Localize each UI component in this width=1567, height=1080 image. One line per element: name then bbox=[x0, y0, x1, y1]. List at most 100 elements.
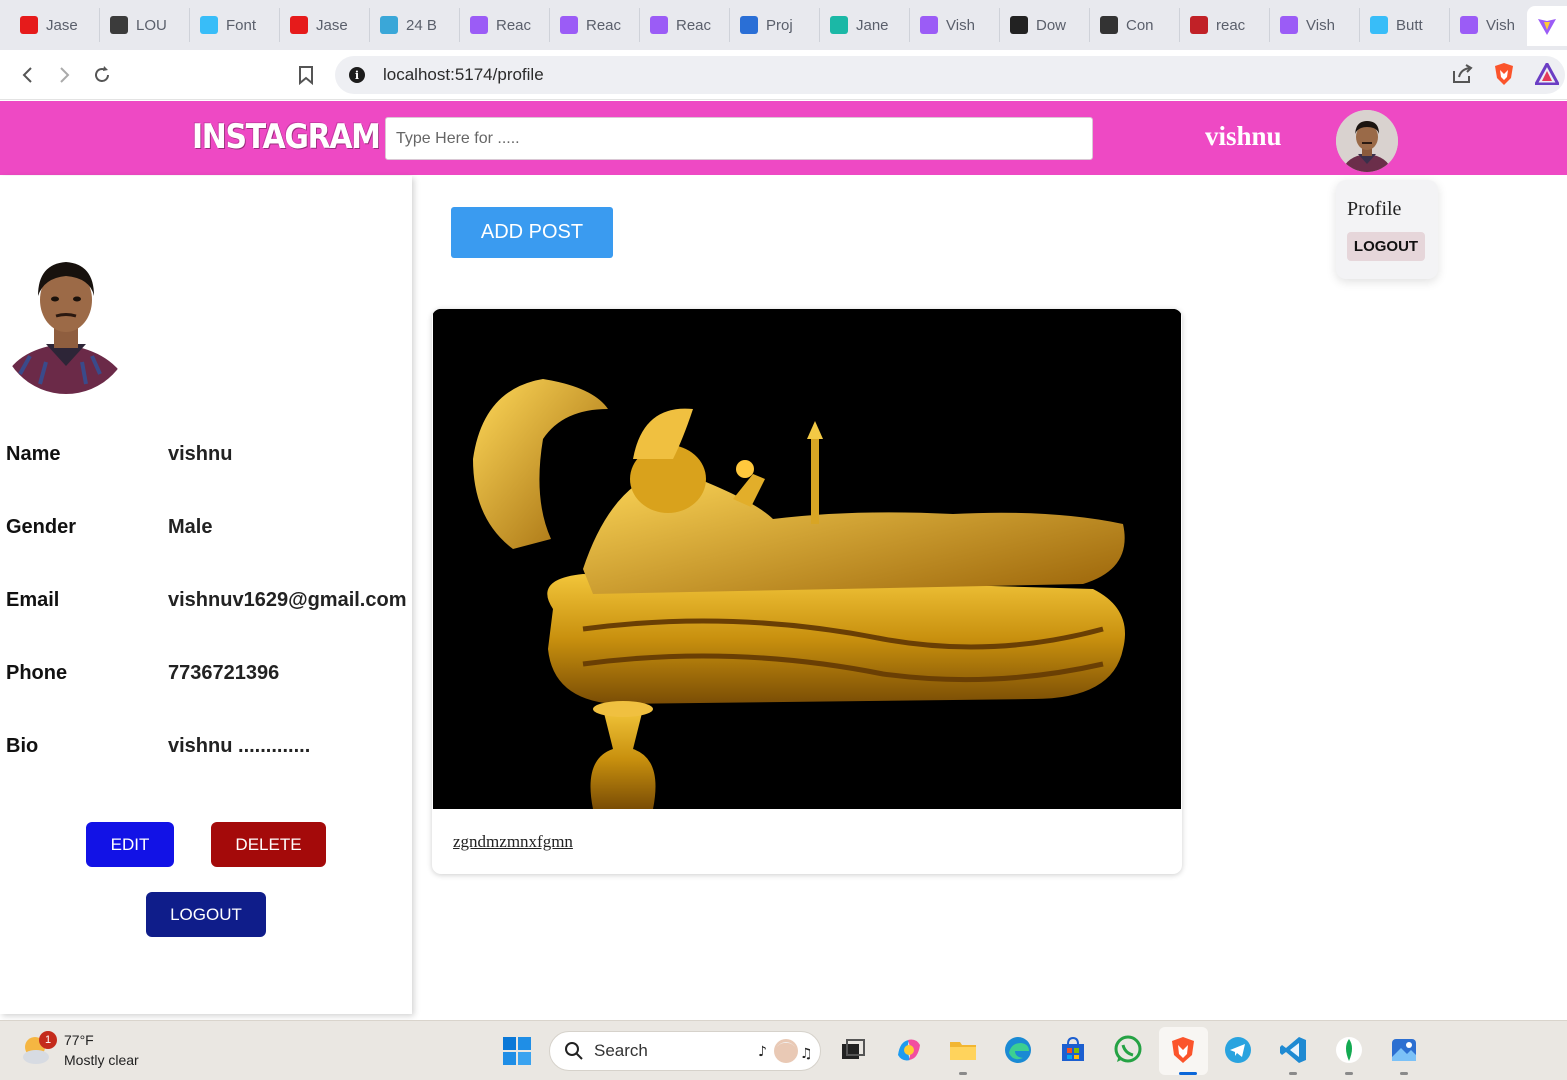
windows-taskbar: 1 77°F Mostly clear Search ♪ ♫ bbox=[0, 1020, 1567, 1080]
browser-tab[interactable]: Con bbox=[1090, 8, 1180, 42]
sidebar-logout-button[interactable]: LOGOUT bbox=[146, 892, 266, 937]
profile-bio-label: Bio bbox=[6, 735, 39, 757]
browser-tab[interactable]: Butt bbox=[1360, 8, 1450, 42]
weather-text: 77°F Mostly clear bbox=[64, 1030, 139, 1070]
user-photo-icon bbox=[1336, 110, 1398, 172]
browser-tab[interactable]: Jase bbox=[280, 8, 370, 42]
j-icon bbox=[20, 16, 38, 34]
brave-rewards-icon[interactable] bbox=[1535, 63, 1559, 85]
reload-button[interactable] bbox=[84, 57, 120, 93]
browser-tab-label: Dow bbox=[1036, 16, 1067, 34]
share-icon[interactable] bbox=[1451, 63, 1473, 85]
photos-icon[interactable] bbox=[1389, 1035, 1419, 1065]
reload-icon bbox=[95, 66, 109, 82]
back-arrow-icon bbox=[22, 67, 32, 83]
profile-phone-value: 7736721396 bbox=[168, 662, 280, 684]
header-username: vishnu bbox=[1205, 121, 1282, 151]
weather-desc: Mostly clear bbox=[64, 1052, 139, 1068]
browser-tab-label: Vish bbox=[1306, 16, 1335, 34]
svg-text:♫: ♫ bbox=[800, 1046, 813, 1062]
browser-tab[interactable]: 24 B bbox=[370, 8, 460, 42]
task-view-icon[interactable] bbox=[838, 1035, 868, 1065]
site-info-icon[interactable]: i bbox=[349, 67, 365, 83]
browser-tab-label: Font bbox=[226, 16, 257, 34]
microsoft-store-icon[interactable] bbox=[1058, 1035, 1088, 1065]
vite-icon bbox=[920, 16, 938, 34]
browser-tab[interactable]: Jase bbox=[10, 8, 100, 42]
brave-shield-icon[interactable] bbox=[1493, 62, 1515, 86]
search-input[interactable] bbox=[385, 117, 1093, 160]
vite-icon bbox=[1460, 16, 1478, 34]
active-tab[interactable] bbox=[1527, 6, 1567, 46]
vite-icon bbox=[470, 16, 488, 34]
jane-icon bbox=[830, 16, 848, 34]
running-indicator bbox=[1179, 1072, 1197, 1075]
bookmark-button[interactable] bbox=[288, 57, 324, 93]
forward-button[interactable] bbox=[46, 57, 82, 93]
profile-avatar bbox=[0, 244, 132, 394]
post-card: zgndmzmnxfgmn bbox=[432, 309, 1182, 874]
file-explorer-icon[interactable] bbox=[948, 1035, 978, 1065]
telegram-icon[interactable] bbox=[1223, 1035, 1253, 1065]
browser-tab[interactable]: Reac bbox=[640, 8, 730, 42]
add-post-button[interactable]: ADD POST bbox=[451, 207, 613, 258]
browser-tab-label: Vish bbox=[946, 16, 975, 34]
browser-tab[interactable]: Reac bbox=[460, 8, 550, 42]
taskbar-search[interactable]: Search ♪ ♫ bbox=[549, 1031, 821, 1071]
post-caption[interactable]: zgndmzmnxfgmn bbox=[453, 832, 573, 852]
browser-tab-label: LOU bbox=[136, 16, 167, 34]
browser-tab[interactable]: LOU bbox=[100, 8, 190, 42]
browser-tab-label: Proj bbox=[766, 16, 793, 34]
weather-badge: 1 bbox=[39, 1031, 57, 1049]
back-button[interactable] bbox=[10, 57, 46, 93]
weather-widget[interactable]: 1 77°F Mostly clear bbox=[20, 1030, 139, 1070]
copilot-icon[interactable] bbox=[894, 1035, 924, 1065]
browser-tab[interactable]: Jane bbox=[820, 8, 910, 42]
header-avatar[interactable] bbox=[1336, 110, 1398, 172]
app-logo[interactable]: INSTAGRAM bbox=[192, 117, 381, 157]
browser-address-bar: i localhost:5174/profile bbox=[0, 50, 1567, 100]
edit-profile-button[interactable]: EDIT bbox=[86, 822, 174, 867]
running-indicator bbox=[1345, 1072, 1353, 1075]
profile-gender-label: Gender bbox=[6, 516, 77, 538]
dropdown-logout-button[interactable]: LOGOUT bbox=[1347, 232, 1425, 261]
profile-bio-value: vishnu ............. bbox=[168, 735, 311, 757]
svg-text:♪: ♪ bbox=[758, 1044, 767, 1060]
golden-statue-image bbox=[433, 309, 1181, 809]
delete-profile-button[interactable]: DELETE bbox=[211, 822, 326, 867]
bookmark-icon bbox=[299, 66, 313, 85]
browser-tab[interactable]: reac bbox=[1180, 8, 1270, 42]
browser-tab[interactable]: Vish bbox=[1270, 8, 1360, 42]
vscode-icon[interactable] bbox=[1278, 1035, 1308, 1065]
browser-tab[interactable]: Reac bbox=[550, 8, 640, 42]
browser-tab-label: Reac bbox=[676, 16, 712, 34]
start-button[interactable] bbox=[502, 1036, 532, 1071]
browser-tab[interactable]: Font bbox=[190, 8, 280, 42]
profile-name-label: Name bbox=[6, 443, 61, 465]
browser-tab-label: Jane bbox=[856, 16, 889, 34]
search-icon bbox=[565, 1042, 583, 1060]
project-icon bbox=[740, 16, 758, 34]
browser-tab-label: 24 B bbox=[406, 16, 437, 34]
browser-tab-label: Reac bbox=[496, 16, 532, 34]
browser-tab[interactable]: Dow bbox=[1000, 8, 1090, 42]
vite-icon bbox=[560, 16, 578, 34]
forward-arrow-icon bbox=[60, 67, 70, 83]
address-bar-actions bbox=[1451, 62, 1559, 86]
url-field[interactable]: i localhost:5174/profile bbox=[335, 56, 1565, 94]
openai-icon bbox=[1100, 16, 1118, 34]
search-highlight-icon: ♪ ♫ bbox=[758, 1039, 813, 1063]
post-image[interactable] bbox=[433, 309, 1181, 809]
browser-tab[interactable]: Vish bbox=[910, 8, 1000, 42]
brave-browser-icon[interactable] bbox=[1168, 1035, 1198, 1065]
whatsapp-icon[interactable] bbox=[1113, 1035, 1143, 1065]
dropdown-profile-link[interactable]: Profile bbox=[1347, 198, 1401, 221]
profile-email-label: Email bbox=[6, 589, 60, 611]
vite-icon bbox=[1280, 16, 1298, 34]
browser-tab[interactable]: Proj bbox=[730, 8, 820, 42]
browser-tab-label: Butt bbox=[1396, 16, 1423, 34]
running-indicator bbox=[959, 1072, 967, 1075]
edge-browser-icon[interactable] bbox=[1003, 1035, 1033, 1065]
taskbar-search-label: Search bbox=[594, 1041, 648, 1060]
mongodb-compass-icon[interactable] bbox=[1334, 1035, 1364, 1065]
